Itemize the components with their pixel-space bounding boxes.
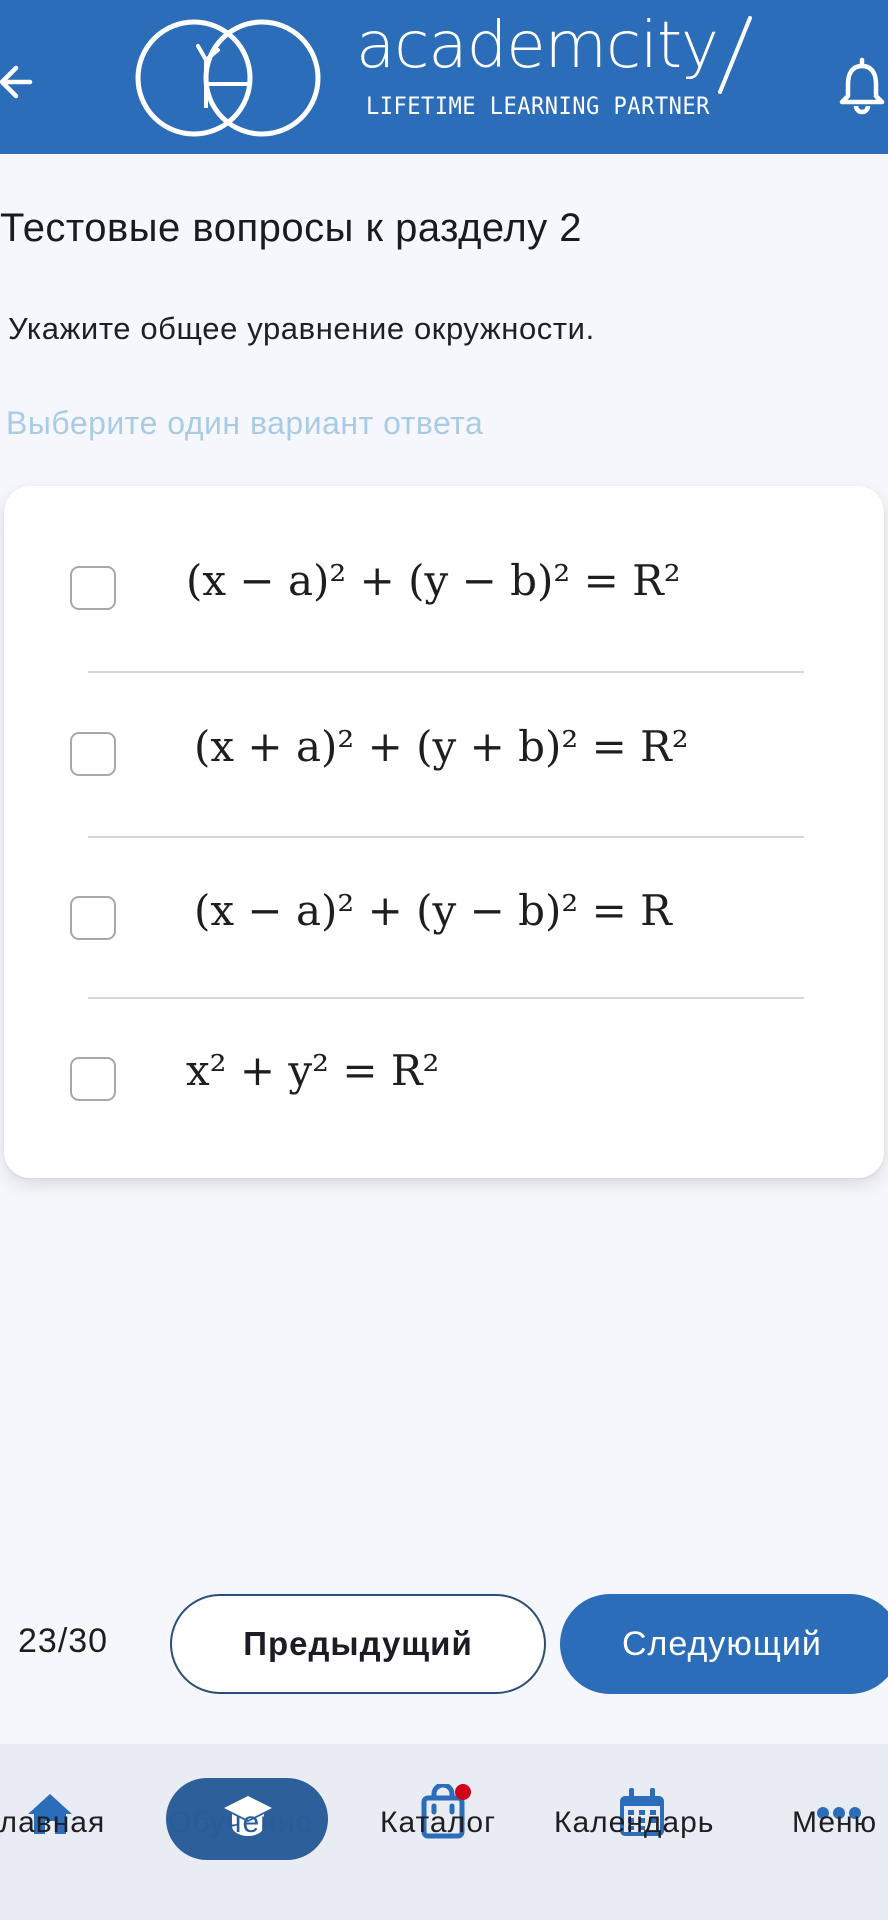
brand-name: academcity xyxy=(356,9,719,83)
answer-divider xyxy=(88,836,804,838)
page-title: Тестовые вопросы к разделу 2 xyxy=(0,206,583,250)
answer-checkbox-1[interactable] xyxy=(70,566,116,610)
app-header: academcity LIFETIME LEARNING PARTNER xyxy=(0,0,888,154)
nav-label-catalog[interactable]: Каталог xyxy=(380,1806,496,1840)
answer-divider xyxy=(88,671,804,673)
nav-label-menu[interactable]: Меню xyxy=(792,1806,877,1840)
answer-formula-4[interactable]: x² + y² = R² xyxy=(186,1046,439,1095)
question-text: Укажите общее уравнение окружности. xyxy=(8,311,595,346)
answer-checkbox-3[interactable] xyxy=(70,896,116,940)
bell-icon[interactable] xyxy=(838,56,888,116)
nav-label-home[interactable]: Главная xyxy=(0,1806,105,1840)
previous-button[interactable]: Предыдущий xyxy=(170,1594,546,1694)
answer-formula-2[interactable]: (x + a)² + (y + b)² = R² xyxy=(194,722,689,771)
brand-tagline: LIFETIME LEARNING PARTNER xyxy=(366,92,710,120)
answer-option-1[interactable] xyxy=(4,1012,884,1132)
answer-hint: Выберите один вариант ответа xyxy=(6,405,484,441)
answer-checkbox-4[interactable] xyxy=(70,1057,116,1101)
answer-formula-3[interactable]: (x − a)² + (y − b)² = R xyxy=(194,886,672,935)
academcity-logo xyxy=(135,19,321,137)
answer-divider xyxy=(88,997,804,999)
next-button[interactable]: Следующий xyxy=(560,1594,888,1694)
nav-label-calendar[interactable]: Календарь xyxy=(554,1806,714,1840)
nav-label-education[interactable]: Обучение xyxy=(168,1806,313,1840)
answer-checkbox-2[interactable] xyxy=(70,732,116,776)
question-counter: 23/30 xyxy=(18,1622,109,1660)
back-arrow-icon[interactable] xyxy=(0,52,40,112)
brand-slash-mark xyxy=(718,16,752,94)
answer-formula-1[interactable]: (x − a)² + (y − b)² = R² xyxy=(186,556,681,605)
